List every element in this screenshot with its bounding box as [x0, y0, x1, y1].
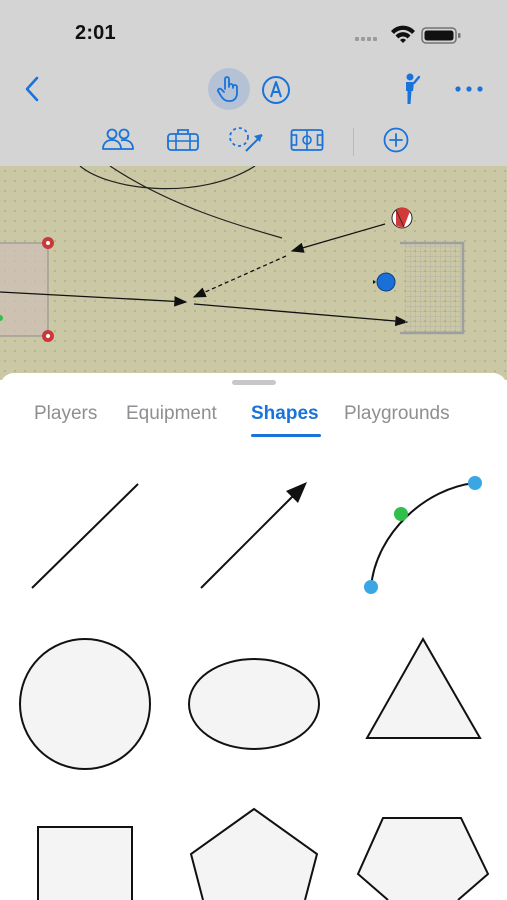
shapes-tool-button[interactable] — [224, 122, 268, 158]
shape-arrow-icon — [229, 127, 263, 152]
dashed-pass-line — [192, 255, 287, 298]
selected-shape — [0, 237, 54, 342]
tab-equipment[interactable]: Equipment — [126, 403, 217, 425]
toolbar-divider — [353, 128, 354, 156]
shapes-sheet: Players Equipment Shapes Playgrounds — [0, 373, 507, 900]
add-circle-icon — [383, 127, 409, 153]
status-icons — [355, 23, 465, 47]
equipment-tool-button[interactable] — [163, 122, 203, 158]
shape-line-option[interactable] — [20, 473, 150, 608]
shape-hexagon-option[interactable] — [355, 816, 491, 900]
pentagon-shape-icon — [189, 807, 319, 900]
curve-line — [79, 166, 256, 190]
wifi-icon — [391, 25, 415, 43]
shape-curve-option[interactable] — [356, 473, 496, 608]
line-shape-icon — [31, 483, 139, 589]
sheet-tabs: Players Equipment Shapes Playgrounds — [0, 403, 507, 439]
triangle-shape-icon — [365, 636, 482, 739]
shape-arrow-option[interactable] — [188, 473, 318, 608]
shape-pentagon-option[interactable] — [188, 806, 320, 900]
player-token — [373, 272, 396, 292]
shape-triangle-option[interactable] — [363, 636, 485, 747]
square-shape-icon — [37, 826, 133, 900]
cellular-signal-icon — [355, 37, 377, 41]
hand-pointer-icon — [217, 76, 238, 102]
back-chevron-icon — [25, 76, 39, 102]
status-time: 2:01 — [75, 22, 116, 44]
players-tool-button[interactable] — [98, 122, 138, 158]
battery-icon — [421, 27, 461, 44]
tab-players[interactable]: Players — [34, 403, 97, 425]
goal-net — [400, 241, 465, 335]
sheet-grabber[interactable] — [232, 380, 276, 385]
add-button[interactable] — [378, 122, 414, 158]
tab-shapes[interactable]: Shapes — [251, 403, 319, 425]
arrow-line — [193, 303, 409, 327]
equipment-bag-icon — [167, 129, 199, 151]
more-button[interactable] — [450, 72, 488, 106]
tab-playgrounds[interactable]: Playgrounds — [344, 403, 450, 425]
pencil-circle-icon — [262, 76, 290, 104]
circle-shape-icon — [19, 638, 151, 770]
shape-circle-option[interactable] — [17, 636, 153, 777]
shape-ellipse-option[interactable] — [186, 656, 322, 757]
players-group-icon — [102, 128, 134, 150]
coach-button[interactable] — [393, 70, 427, 108]
active-tab-indicator — [251, 434, 321, 437]
curve-shape-icon — [364, 476, 482, 594]
curve-line — [109, 166, 283, 239]
ellipse-shape-icon — [188, 658, 320, 750]
arrow-line — [290, 223, 386, 253]
arrow-shape-icon — [200, 482, 307, 589]
back-button[interactable] — [16, 72, 50, 106]
field-pitch-icon — [290, 129, 324, 151]
tactics-board-canvas[interactable] — [0, 166, 507, 380]
shape-square-option[interactable] — [36, 825, 134, 900]
hexagon-shape-icon — [356, 817, 490, 900]
ball-icon — [391, 207, 413, 229]
more-ellipsis-icon — [455, 86, 483, 92]
top-toolbar: 2:01 — [0, 0, 507, 166]
draw-tool-button[interactable] — [258, 72, 294, 108]
field-tool-button[interactable] — [287, 122, 327, 158]
coach-figure-icon — [406, 73, 421, 104]
hand-tool-button[interactable] — [208, 68, 250, 110]
